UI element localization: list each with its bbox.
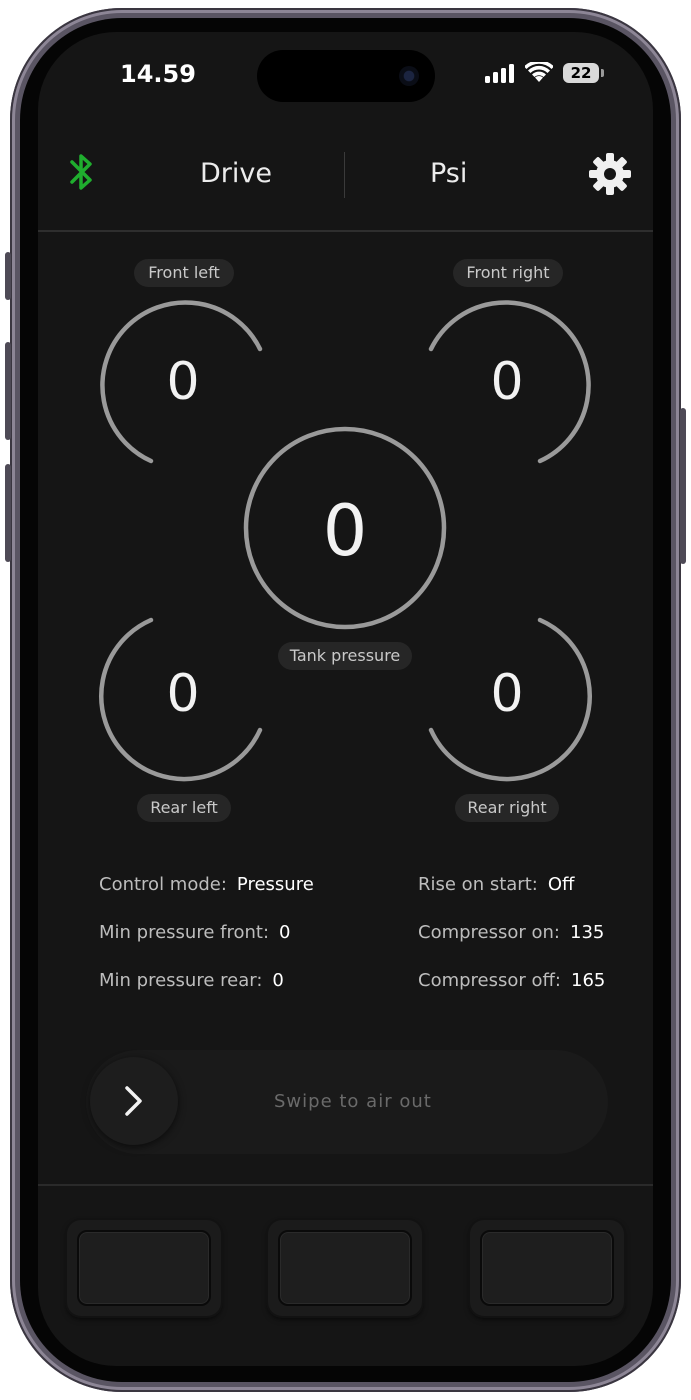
- front-left-label: Front left: [134, 259, 234, 287]
- battery-icon: 22: [563, 63, 604, 83]
- min-pressure-front-label: Min pressure front:: [99, 922, 270, 943]
- drive-mode-tab[interactable]: Drive: [200, 158, 272, 189]
- control-mode-label: Control mode:: [99, 874, 227, 895]
- min-pressure-rear-row: Min pressure rear: 0: [99, 970, 284, 991]
- gear-icon[interactable]: [588, 152, 632, 196]
- bottom-separator: [38, 1184, 653, 1186]
- preset-button-2-face: [278, 1230, 412, 1306]
- front-right-value[interactable]: 0: [467, 352, 547, 412]
- front-left-value[interactable]: 0: [143, 352, 223, 412]
- preset-button-3-face: [480, 1230, 614, 1306]
- volume-down-button: [5, 464, 11, 562]
- compressor-on-label: Compressor on:: [418, 922, 560, 943]
- bluetooth-icon[interactable]: [64, 150, 100, 194]
- control-mode-row: Control mode: Pressure: [99, 874, 314, 895]
- swipe-handle[interactable]: [90, 1057, 178, 1145]
- min-pressure-rear-value: 0: [272, 970, 284, 991]
- gauge-rings: [99, 300, 592, 782]
- min-pressure-front-value: 0: [279, 922, 291, 943]
- unit-tab[interactable]: Psi: [430, 158, 467, 189]
- front-right-label: Front right: [453, 259, 563, 287]
- tank-pressure-value: 0: [322, 490, 368, 572]
- rise-on-start-label: Rise on start:: [418, 874, 538, 895]
- compressor-on-row: Compressor on: 135: [418, 922, 604, 943]
- preset-button-3[interactable]: [470, 1220, 624, 1316]
- status-icons: 22: [485, 62, 604, 84]
- status-time: 14.59: [120, 60, 196, 88]
- compressor-on-value: 135: [570, 922, 605, 943]
- dynamic-island: [257, 50, 435, 102]
- compressor-off-value: 165: [571, 970, 606, 991]
- preset-button-1-face: [77, 1230, 211, 1306]
- rear-left-label: Rear left: [137, 794, 231, 822]
- volume-up-button: [5, 342, 11, 440]
- control-mode-value: Pressure: [236, 874, 314, 895]
- min-pressure-front-row: Min pressure front: 0: [99, 922, 290, 943]
- action-button: [5, 252, 11, 300]
- rear-right-value[interactable]: 0: [467, 664, 547, 724]
- preset-button-1[interactable]: [67, 1220, 221, 1316]
- tank-pressure-label: Tank pressure: [278, 642, 412, 670]
- rear-left-value[interactable]: 0: [143, 664, 223, 724]
- header-separator: [38, 230, 653, 232]
- swipe-label: Swipe to air out: [274, 1091, 432, 1112]
- power-button: [680, 408, 686, 564]
- app-screen: 14.59 22 Drive Psi Front left Front righ…: [38, 32, 653, 1366]
- signal-icon: [485, 64, 514, 83]
- compressor-off-row: Compressor off: 165: [418, 970, 605, 991]
- compressor-off-label: Compressor off:: [418, 970, 561, 991]
- wifi-icon: [525, 62, 553, 82]
- header-divider: [344, 152, 345, 198]
- chevron-right-icon: [125, 1086, 142, 1116]
- rear-right-label: Rear right: [455, 794, 559, 822]
- rise-on-start-value: Off: [547, 874, 575, 895]
- rise-on-start-row: Rise on start: Off: [418, 874, 574, 895]
- camera-icon: [399, 66, 419, 86]
- min-pressure-rear-label: Min pressure rear:: [99, 970, 263, 991]
- preset-button-2[interactable]: [268, 1220, 422, 1316]
